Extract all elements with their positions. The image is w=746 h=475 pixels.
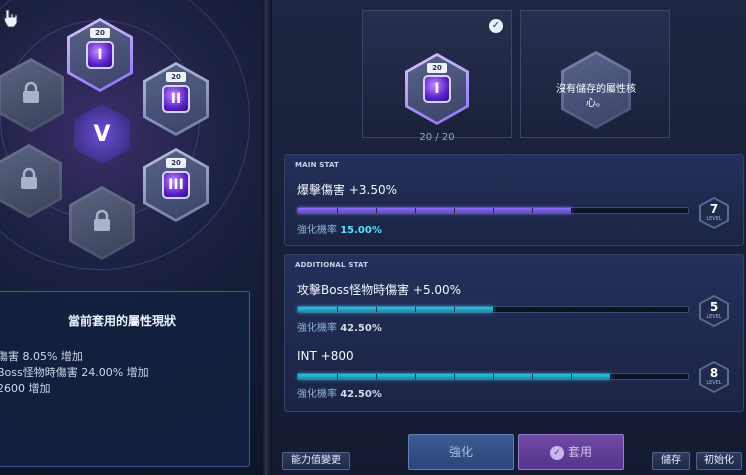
core-gem-icon: I — [86, 41, 114, 69]
save-button[interactable]: 儲存 — [652, 452, 690, 470]
bar-segment-divider — [337, 307, 338, 312]
selected-core-slot[interactable]: ✓ I 20 — [362, 10, 512, 138]
level-label: LEVEL — [706, 380, 722, 386]
level-label: LEVEL — [706, 314, 722, 320]
rate-label: 強化機率 — [297, 323, 337, 334]
stored-core-slot[interactable]: 沒有儲存的屬性核心。 — [520, 10, 670, 138]
main-stat-panel: MAIN STAT 爆擊傷害 +3.50% 強化機率 15.00% 7 LEVE… — [284, 154, 744, 246]
additional-stat-rate: 強化機率 42.50% — [297, 385, 382, 400]
core-level-tag: 20 — [427, 63, 447, 73]
core-gem-icon: I — [423, 75, 451, 103]
bar-segment-divider — [532, 307, 533, 312]
rate-value: 42.50% — [340, 389, 382, 400]
bar-segment-divider — [415, 208, 416, 213]
bar-segment-divider — [532, 374, 533, 379]
bar-segment-divider — [649, 307, 650, 312]
additional-stat-name: 攻擊Boss怪物時傷害 +5.00% — [297, 283, 462, 297]
bar-segment-divider — [571, 307, 572, 312]
bar-segment-divider — [415, 307, 416, 312]
bar-segment-divider — [571, 374, 572, 379]
apply-button[interactable]: ✓ 套用 — [518, 434, 624, 470]
bar-segment-divider — [649, 208, 650, 213]
bar-segment-divider — [493, 374, 494, 379]
bar-segment-divider — [493, 208, 494, 213]
main-stat-progress-bar — [297, 207, 689, 214]
stat-summary-line: 2600 增加 — [0, 382, 51, 395]
additional-stat-panel: ADDITIONAL STAT 攻擊Boss怪物時傷害 +5.00% 強化機率 … — [284, 254, 744, 412]
bar-segment-divider — [454, 307, 455, 312]
rate-label: 強化機率 — [297, 225, 337, 236]
bar-segment-divider — [337, 374, 338, 379]
rate-value: 42.50% — [340, 323, 382, 334]
additional-stat-progress-bar — [297, 306, 689, 313]
main-stat-name: 爆擊傷害 +3.50% — [297, 183, 397, 197]
additional-stat-progress-fill — [298, 307, 493, 312]
level-number: 7 — [709, 202, 719, 216]
core-gem-icon: III — [162, 171, 190, 199]
bar-segment-divider — [415, 374, 416, 379]
check-circle-icon: ✓ — [549, 445, 564, 460]
bar-segment-divider — [376, 374, 377, 379]
main-stat-progress-fill — [298, 208, 571, 213]
level-label: LEVEL — [706, 216, 722, 222]
main-stat-level-badge: 7 LEVEL — [699, 197, 729, 229]
level-number: 8 — [709, 366, 719, 380]
rate-label: 強化機率 — [297, 389, 337, 400]
emblem-letter: V — [93, 121, 111, 147]
lock-icon — [91, 209, 113, 237]
stat-summary-line: Boss怪物時傷害 24.00% 增加 — [0, 366, 149, 379]
bar-segment-divider — [493, 307, 494, 312]
core-count: 20 / 20 — [419, 132, 455, 143]
core-detail-panel: ✓ I 20 20 / 20 沒有儲存的屬性核心。 MAIN STAT 爆擊傷害… — [272, 0, 746, 475]
enhance-button[interactable]: 強化 — [408, 434, 514, 470]
main-stat-header: MAIN STAT — [295, 161, 340, 169]
rate-value: 15.00% — [340, 225, 382, 236]
current-stats-panel: 當前套用的屬性現狀 傷害 8.05% 增加 Boss怪物時傷害 24.00% 增… — [0, 291, 250, 467]
current-stats-title: 當前套用的屬性現狀 — [67, 314, 176, 328]
core-level-tag: 20 — [166, 158, 186, 168]
bar-segment-divider — [454, 208, 455, 213]
additional-stat-level-badge: 5 LEVEL — [699, 295, 729, 327]
bar-segment-divider — [610, 208, 611, 213]
additional-stat-header: ADDITIONAL STAT — [295, 261, 369, 269]
bar-segment-divider — [337, 208, 338, 213]
bar-segment-divider — [610, 374, 611, 379]
bar-segment-divider — [376, 307, 377, 312]
additional-stat-name: INT +800 — [297, 349, 354, 363]
core-gem-icon: II — [162, 85, 190, 113]
panel-divider — [262, 0, 272, 475]
bar-segment-divider — [532, 208, 533, 213]
additional-stat-rate: 強化機率 42.50% — [297, 319, 382, 334]
main-stat-rate: 強化機率 15.00% — [297, 221, 382, 236]
bar-segment-divider — [571, 208, 572, 213]
core-board: I 20 II 20 V III 20 當前套用的屬性現狀 傷害 8.05% 增… — [0, 0, 262, 475]
change-stats-button[interactable]: 能力值變更 — [282, 452, 350, 470]
core-level-tag: 20 — [90, 28, 110, 38]
bar-segment-divider — [454, 374, 455, 379]
bar-segment-divider — [610, 307, 611, 312]
lock-icon — [18, 167, 40, 195]
apply-label: 套用 — [567, 445, 592, 459]
level-number: 5 — [709, 300, 719, 314]
empty-slot-message: 沒有儲存的屬性核心。 — [556, 84, 636, 109]
lock-icon — [20, 81, 42, 109]
additional-stat-progress-bar — [297, 373, 689, 380]
initialize-button[interactable]: 初始化 — [696, 452, 742, 470]
check-icon: ✓ — [489, 19, 503, 33]
core-level-tag: 20 — [166, 72, 186, 82]
stat-summary-line: 傷害 8.05% 增加 — [0, 350, 83, 363]
bar-segment-divider — [649, 374, 650, 379]
additional-stat-level-badge: 8 LEVEL — [699, 361, 729, 393]
hand-cursor-icon — [2, 8, 20, 28]
bar-segment-divider — [376, 208, 377, 213]
